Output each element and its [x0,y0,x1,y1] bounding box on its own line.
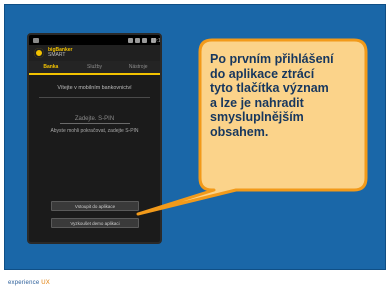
callout-line: smysluplnějším [210,110,304,124]
callout-line: obsahem. [210,124,269,139]
brand-suffix: UX [41,280,50,286]
callout-bubble [136,38,368,216]
callout-line: tyto tlačítka význam [210,81,329,95]
callout-text: Po prvním přihlášení do aplikace ztrácí … [210,52,350,139]
callout-line: do aplikace ztrácí [210,66,315,81]
callout-line: a lze je nahradit [210,95,304,110]
callout-line: Po prvním přihlášení [210,52,334,66]
brand-text: experience [8,280,40,286]
footer-brand-logo: experience UX [8,280,50,286]
